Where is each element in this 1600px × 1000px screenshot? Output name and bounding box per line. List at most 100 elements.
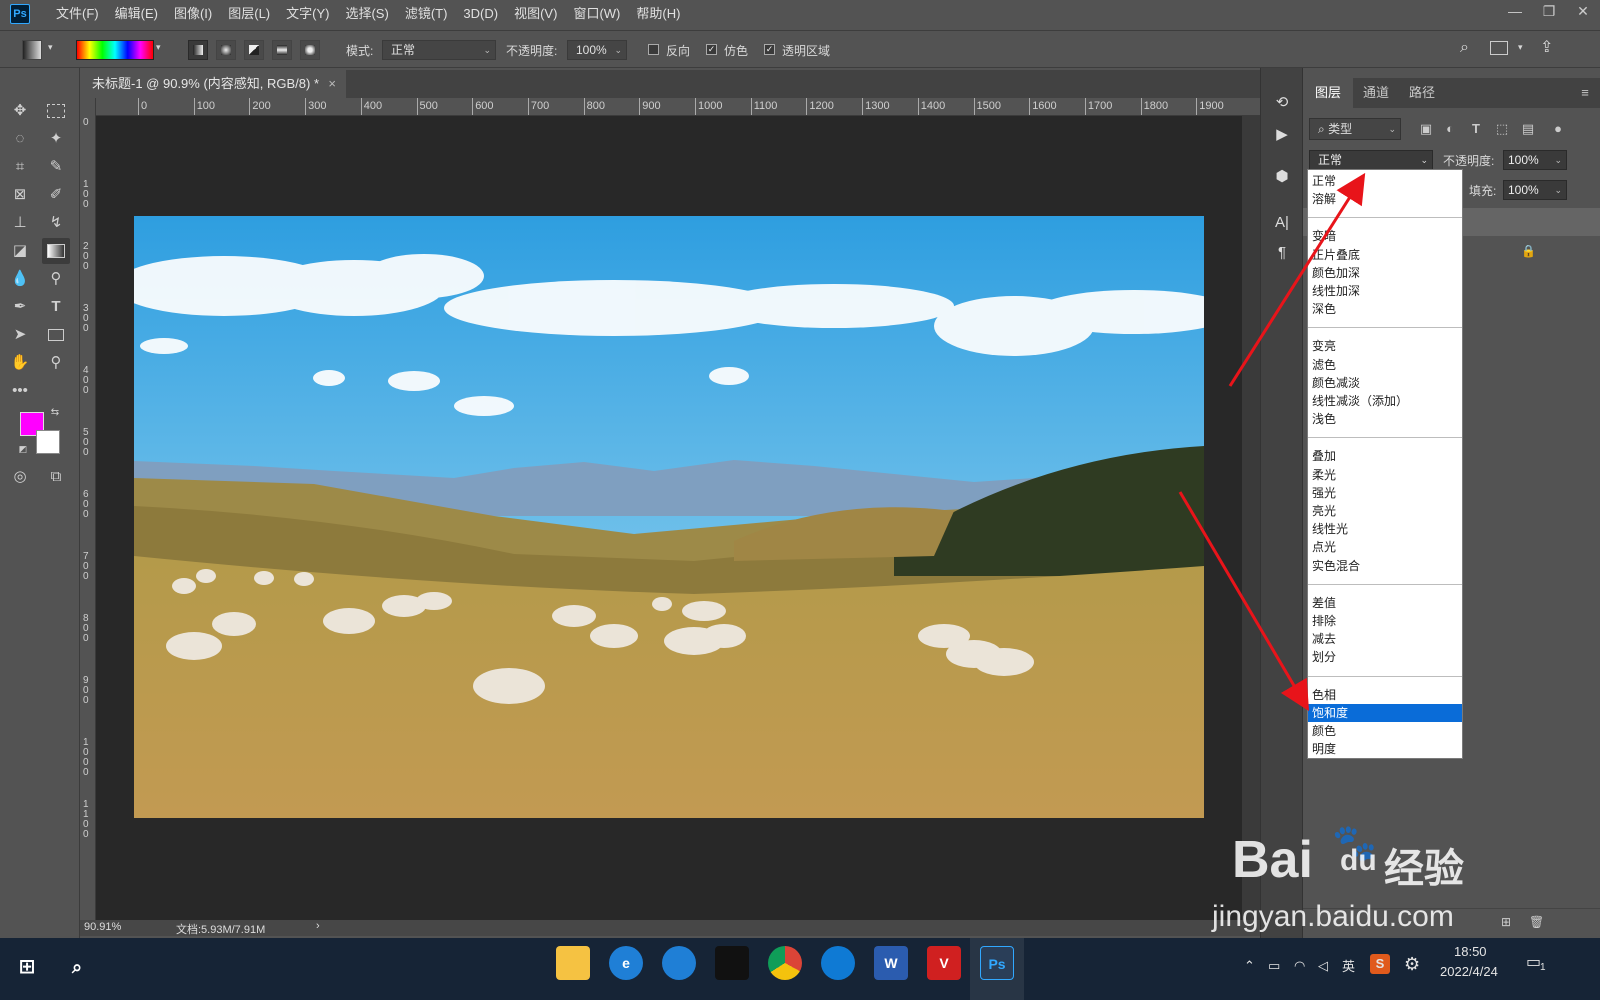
- brush-tool-icon[interactable]: ✐: [42, 182, 70, 208]
- new-layer-icon[interactable]: ⊞: [1501, 915, 1511, 929]
- zoom-level[interactable]: 90.91%: [84, 921, 121, 933]
- tab-layers[interactable]: 图层: [1303, 78, 1353, 108]
- blend-mode-option[interactable]: 线性加深: [1308, 282, 1462, 300]
- shape-filter-icon[interactable]: ⬚: [1493, 120, 1511, 138]
- clock-time[interactable]: 18:50: [1454, 944, 1487, 959]
- diamond-gradient-button[interactable]: [300, 40, 320, 60]
- menu-filter[interactable]: 滤镜(T): [397, 0, 456, 28]
- tab-paths[interactable]: 路径: [1399, 78, 1445, 108]
- document-tab[interactable]: 未标题-1 @ 90.9% (内容感知, RGB/8) * ×: [80, 70, 346, 98]
- hand-tool-icon[interactable]: ✋: [6, 350, 34, 376]
- reverse-checkbox[interactable]: [648, 44, 659, 55]
- mode-select[interactable]: 正常 ⌄: [382, 40, 496, 60]
- screen-mode-icon[interactable]: ⧉: [42, 464, 70, 490]
- close-window-button[interactable]: ✕: [1566, 0, 1600, 24]
- smart-object-filter-icon[interactable]: ▤: [1519, 120, 1537, 138]
- eyedropper-tool-icon[interactable]: ✎: [42, 154, 70, 180]
- history-panel-icon[interactable]: ⟲: [1271, 92, 1293, 114]
- menu-help[interactable]: 帮助(H): [628, 0, 688, 28]
- taskbar-wps-icon[interactable]: V: [927, 946, 961, 980]
- magic-wand-tool-icon[interactable]: ✦: [42, 126, 70, 152]
- quick-mask-icon[interactable]: ◎: [6, 464, 34, 490]
- search-icon[interactable]: ⌕: [60, 950, 94, 984]
- blend-mode-option[interactable]: 滤色: [1308, 356, 1462, 374]
- blend-mode-option[interactable]: 实色混合: [1308, 557, 1462, 575]
- adjustment-filter-icon[interactable]: ◐: [1441, 120, 1459, 138]
- blend-mode-option[interactable]: 叠加: [1308, 447, 1462, 465]
- opacity-input[interactable]: 100% ⌄: [567, 40, 627, 60]
- blur-tool-icon[interactable]: 💧: [6, 266, 34, 292]
- menu-edit[interactable]: 编辑(E): [107, 0, 166, 28]
- taskbar-word-icon[interactable]: W: [874, 946, 908, 980]
- default-colors-icon[interactable]: ◩: [16, 442, 30, 456]
- gradient-tool-preset-icon[interactable]: [22, 40, 42, 60]
- transparency-checkbox[interactable]: ✓: [764, 44, 775, 55]
- image-filter-icon[interactable]: ▣: [1417, 120, 1435, 138]
- layer-opacity-input[interactable]: 100% ⌄: [1503, 150, 1567, 170]
- ime-indicator[interactable]: 英: [1342, 956, 1355, 975]
- stamp-tool-icon[interactable]: ⊥: [6, 210, 34, 236]
- taskbar-photoshop-icon[interactable]: Ps: [980, 946, 1014, 980]
- volume-icon[interactable]: ◁: [1318, 958, 1328, 974]
- lasso-tool-icon[interactable]: ◌: [6, 126, 34, 152]
- blend-mode-option[interactable]: 颜色减淡: [1308, 374, 1462, 392]
- delete-layer-icon[interactable]: 🗑: [1529, 915, 1544, 929]
- 3d-panel-icon[interactable]: ⬢: [1271, 166, 1293, 188]
- menu-view[interactable]: 视图(V): [506, 0, 565, 28]
- blend-mode-option[interactable]: 色相: [1308, 686, 1462, 704]
- gradient-picker[interactable]: [76, 40, 154, 60]
- blend-mode-option[interactable]: 强光: [1308, 484, 1462, 502]
- status-arrow-icon[interactable]: ›: [316, 920, 320, 932]
- tray-chevron-icon[interactable]: ⌃: [1244, 958, 1255, 974]
- blend-mode-option[interactable]: 明度: [1308, 740, 1462, 758]
- blend-mode-option[interactable]: 正常: [1308, 172, 1462, 190]
- minimize-button[interactable]: —: [1498, 0, 1532, 24]
- search-icon[interactable]: ⌕: [1460, 39, 1469, 57]
- share-icon[interactable]: ⇪: [1540, 37, 1553, 57]
- blend-mode-option[interactable]: 颜色: [1308, 722, 1462, 740]
- move-tool-icon[interactable]: ✥: [6, 98, 34, 124]
- layer-filter-select[interactable]: ⌕ 类型 ⌄: [1309, 118, 1401, 140]
- zoom-tool-icon[interactable]: ⚲: [42, 350, 70, 376]
- angle-gradient-button[interactable]: [244, 40, 264, 60]
- chevron-down-icon[interactable]: ▾: [48, 42, 53, 53]
- blend-mode-option[interactable]: 变暗: [1308, 227, 1462, 245]
- blend-mode-option[interactable]: 亮光: [1308, 502, 1462, 520]
- sogou-icon[interactable]: S: [1370, 954, 1390, 974]
- blend-mode-option[interactable]: 深色: [1308, 300, 1462, 318]
- taskbar-ie-icon[interactable]: e: [609, 946, 643, 980]
- linear-gradient-button[interactable]: [188, 40, 208, 60]
- marquee-tool-icon[interactable]: [42, 98, 70, 124]
- gradient-tool-icon[interactable]: [42, 238, 70, 264]
- taskbar-qq-browser-icon[interactable]: [662, 946, 696, 980]
- chevron-down-icon[interactable]: ▾: [156, 42, 161, 53]
- vertical-scrollbar[interactable]: [1242, 116, 1260, 920]
- blend-mode-option[interactable]: 减去: [1308, 630, 1462, 648]
- close-tab-icon[interactable]: ×: [328, 70, 336, 98]
- pen-tool-icon[interactable]: ✒: [6, 294, 34, 320]
- wifi-icon[interactable]: ◠: [1294, 958, 1305, 974]
- layer-fill-input[interactable]: 100% ⌄: [1503, 180, 1567, 200]
- swap-colors-icon[interactable]: ⇆: [48, 406, 62, 420]
- type-filter-icon[interactable]: T: [1467, 120, 1485, 138]
- blend-mode-option[interactable]: 饱和度: [1308, 703, 1462, 722]
- more-tools-icon[interactable]: •••: [6, 378, 34, 404]
- restore-button[interactable]: ❐: [1532, 0, 1566, 24]
- blend-mode-option[interactable]: 浅色: [1308, 410, 1462, 428]
- frame-tool-icon[interactable]: ⊠: [6, 182, 34, 208]
- blend-mode-option[interactable]: 差值: [1308, 594, 1462, 612]
- blend-mode-option[interactable]: 排除: [1308, 612, 1462, 630]
- character-panel-icon[interactable]: A|: [1271, 212, 1293, 234]
- menu-type[interactable]: 文字(Y): [278, 0, 337, 28]
- blend-mode-option[interactable]: 柔光: [1308, 466, 1462, 484]
- panel-menu-icon[interactable]: ≡: [1573, 78, 1597, 108]
- blend-mode-option[interactable]: 线性光: [1308, 520, 1462, 538]
- dither-checkbox[interactable]: ✓: [706, 44, 717, 55]
- settings-gear-icon[interactable]: ⚙: [1404, 954, 1420, 975]
- dodge-tool-icon[interactable]: ⚲: [42, 266, 70, 292]
- filter-toggle-icon[interactable]: ●: [1549, 120, 1567, 138]
- menu-layer[interactable]: 图层(L): [220, 0, 278, 28]
- taskbar-chrome-icon[interactable]: [768, 946, 802, 980]
- taskbar-file-explorer-icon[interactable]: [556, 946, 590, 980]
- blend-mode-option[interactable]: 点光: [1308, 538, 1462, 556]
